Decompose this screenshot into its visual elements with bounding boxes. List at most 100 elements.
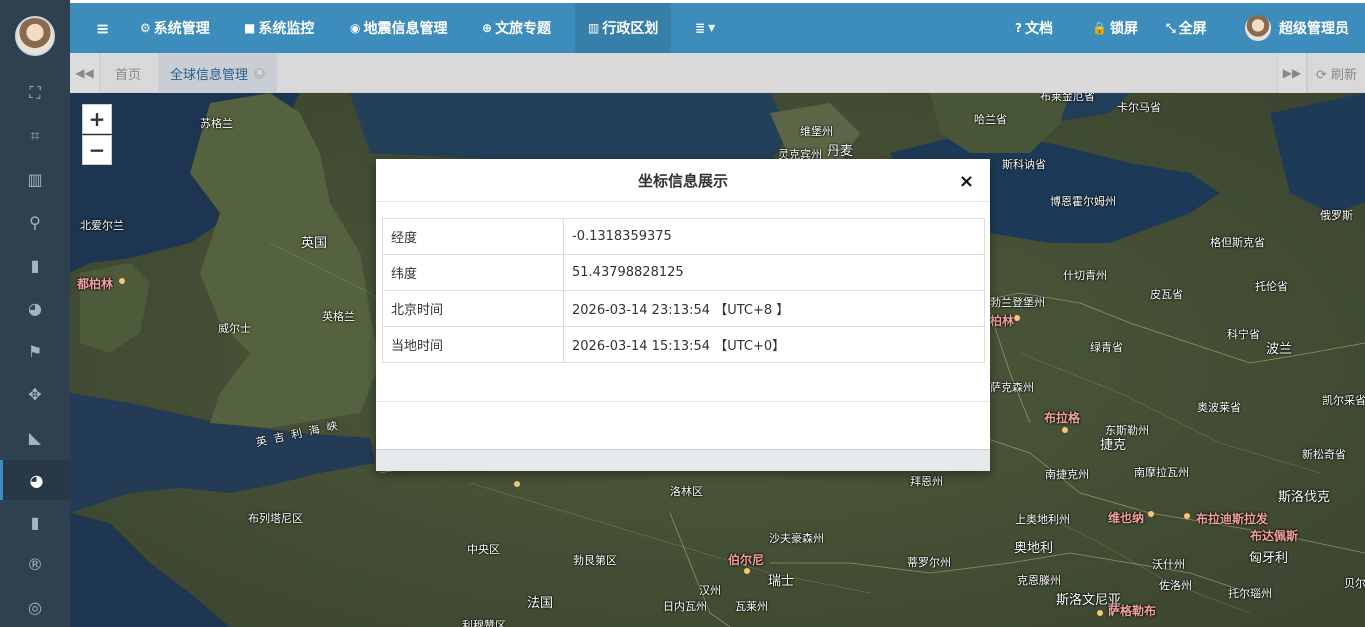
map-label: 布拉迪斯拉发	[1196, 512, 1269, 526]
map-label: 克恩滕州	[1017, 574, 1061, 587]
globe-icon[interactable]: ◕	[0, 288, 70, 328]
tab-global-info[interactable]: 全球信息管理 ×	[158, 53, 278, 93]
menu-toggle-icon[interactable]: ≡	[96, 3, 109, 53]
beijing-time-label: 北京时间	[382, 290, 564, 327]
map-label: 拜恩州	[910, 475, 943, 488]
avatar[interactable]	[15, 16, 55, 56]
longitude-label: 经度	[382, 218, 564, 255]
video-camera-icon: ■	[244, 21, 256, 35]
map-label: 维也纳	[1108, 511, 1145, 525]
map-label: 瓦莱州	[735, 600, 768, 613]
nav-docs[interactable]: ? 文档	[1015, 3, 1053, 53]
map-label: 日内瓦州	[663, 600, 707, 613]
nav-culture-tourism[interactable]: ⊕ 文旅专题	[482, 3, 551, 53]
beijing-time-value: 2026-03-14 23:13:54 【UTC+8 】	[563, 290, 985, 327]
nav-lock-screen[interactable]: 🔒 锁屏	[1092, 3, 1138, 53]
sidebar: ⛶ ⌗ ▥ ⚲ ▮ ◕ ⚑ ✥ ◣ ◕ ▮ ® ◎	[0, 0, 70, 627]
map-label: 卡尔马省	[1117, 101, 1161, 114]
dashboard-icon[interactable]: ⛶	[0, 73, 70, 113]
map-label: 波兰	[1266, 342, 1293, 357]
map-label: 俄罗斯	[1320, 209, 1353, 222]
table-row: 经度 -0.1318359375	[382, 218, 985, 255]
area-chart-icon[interactable]: ◣	[0, 417, 70, 457]
modal-bottom-bar	[376, 449, 990, 471]
nav-earthquake-info[interactable]: ◉ 地震信息管理	[350, 3, 447, 53]
life-ring-icon[interactable]: ◎	[0, 587, 70, 627]
table-row: 纬度 51.43798828125	[382, 254, 985, 291]
stats-icon[interactable]: ▮	[0, 502, 70, 542]
map-label: 捷克	[1100, 438, 1127, 453]
nav-system-monitor[interactable]: ■ 系统监控	[244, 3, 314, 53]
close-icon[interactable]: ×	[959, 171, 974, 192]
bar-chart-icon[interactable]: ▮	[0, 245, 70, 285]
map-label: 奥地利	[1014, 541, 1054, 556]
expand-icon: ⤡	[1166, 20, 1176, 35]
map-label: 奥波莱省	[1197, 401, 1241, 414]
map-label: 南摩拉瓦州	[1134, 466, 1189, 479]
nav-fullscreen[interactable]: ⤡ 全屏	[1166, 3, 1207, 53]
map-label: 威尔士	[218, 322, 251, 335]
map-label: 勃艮第区	[573, 554, 617, 567]
modal-footer	[376, 401, 990, 402]
modal-title: 坐标信息展示	[637, 171, 728, 190]
map-label: 博恩霍尔姆州	[1050, 195, 1116, 208]
map-label: 新松奇省	[1302, 448, 1346, 461]
sitemap-icon[interactable]: ⌗	[0, 116, 70, 156]
map-icon[interactable]: ▥	[0, 159, 70, 199]
map-label: 格但斯克省	[1210, 236, 1265, 249]
nav-more-dropdown[interactable]: ≣ ▾	[695, 3, 715, 53]
map-label: 洛林区	[670, 485, 703, 498]
latitude-value: 51.43798828125	[563, 254, 985, 291]
tab-close-icon[interactable]: ×	[254, 67, 266, 79]
map-label: 瑞士	[768, 574, 795, 589]
modal-header: 坐标信息展示 ×	[376, 159, 990, 202]
map-label: 汉州	[699, 584, 721, 597]
map-label: 萨格勒布	[1108, 604, 1157, 618]
tab-home[interactable]: 首页	[103, 53, 153, 93]
latitude-label: 纬度	[382, 254, 564, 291]
gear-icon: ⚙	[140, 21, 151, 35]
map-label: 布达佩斯	[1250, 529, 1299, 543]
table-row: 当地时间 2026-03-14 15:13:54 【UTC+0】	[382, 326, 985, 363]
tab-prev-button[interactable]: ◀◀	[70, 53, 100, 93]
map-label: 沃什州	[1152, 558, 1185, 571]
registered-icon[interactable]: ®	[0, 544, 70, 584]
map-label: 皮瓦省	[1150, 288, 1183, 301]
map-label: 佐洛州	[1159, 579, 1192, 592]
map-label: 苏格兰	[200, 117, 233, 130]
map-label: 英国	[301, 236, 328, 251]
refresh-button[interactable]: ⟳ 刷新	[1306, 53, 1365, 93]
map-label: 匈牙利	[1249, 551, 1289, 566]
map-label: 哈兰省	[974, 113, 1007, 126]
list-icon: ≣	[695, 21, 706, 35]
coordinate-table: 经度 -0.1318359375 纬度 51.43798828125 北京时间 …	[382, 218, 985, 363]
nav-administrative-division[interactable]: ▥ 行政区划	[575, 3, 672, 53]
map-label: 斯洛伐克	[1278, 490, 1331, 505]
tab-bar: ◀◀ 首页 全球信息管理 × ▶▶ ⟳ 刷新	[70, 53, 1365, 93]
coordinate-info-modal: 坐标信息展示 × 经度 -0.1318359375 纬度 51.43798828…	[376, 159, 990, 471]
chevron-down-icon: ▾	[708, 20, 716, 36]
map-label: 布列塔尼区	[248, 512, 303, 525]
map-label: 利穆赞区	[462, 619, 506, 627]
map-label: 斯科讷省	[1002, 158, 1046, 171]
lock-icon: 🔒	[1092, 21, 1107, 35]
tab-next-button[interactable]: ▶▶	[1277, 53, 1307, 93]
map-label: 北爱尔兰	[80, 219, 124, 232]
zoom-out-button[interactable]: −	[82, 135, 112, 165]
zoom-in-button[interactable]: +	[82, 104, 112, 134]
nav-user[interactable]: 超级管理员	[1245, 3, 1349, 53]
map-label: 南捷克州	[1045, 468, 1089, 481]
flag-icon[interactable]: ⚑	[0, 331, 70, 371]
nav-system-management[interactable]: ⚙ 系统管理	[140, 3, 210, 53]
arrows-icon[interactable]: ✥	[0, 374, 70, 414]
map-label: 蒂罗尔州	[907, 556, 951, 569]
map-label: 上奥地利州	[1015, 513, 1070, 526]
globe-icon: ⊕	[482, 21, 493, 35]
map-label: 贝尔	[1344, 577, 1365, 590]
globe-active-icon[interactable]: ◕	[0, 460, 70, 500]
map-label: 托尔瑙州	[1228, 587, 1272, 600]
map-marker-icon[interactable]: ⚲	[0, 202, 70, 242]
map-label: 都柏林	[77, 277, 114, 291]
map-label: 什切青州	[1063, 269, 1107, 282]
map-label: 凯尔采省	[1322, 394, 1365, 407]
